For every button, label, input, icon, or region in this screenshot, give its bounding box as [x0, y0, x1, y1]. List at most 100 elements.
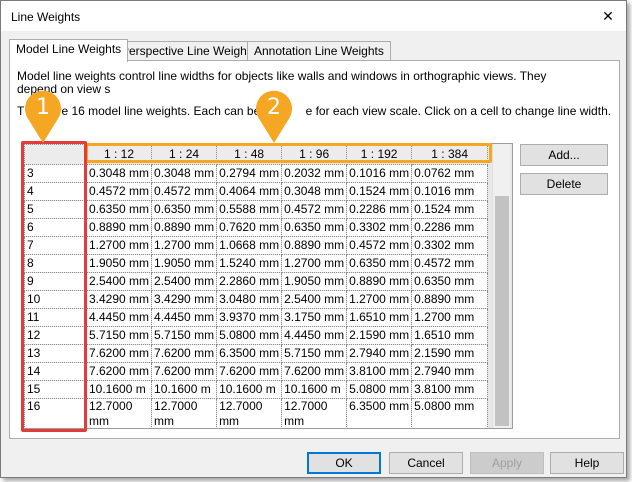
weight-value-cell[interactable]: 0.2286 mm — [411, 218, 489, 237]
weight-value-cell[interactable]: 2.5400 mm — [281, 290, 348, 309]
weight-value-cell[interactable]: 3.1750 mm — [281, 308, 348, 327]
weight-value-cell[interactable]: 2.1590 mm — [411, 344, 489, 363]
weight-value-cell[interactable]: 12.7000 mm — [85, 398, 153, 428]
weight-value-cell[interactable]: 1.2700 mm — [85, 236, 153, 255]
weight-value-cell[interactable]: 7.6200 mm — [85, 344, 153, 363]
weight-value-cell[interactable]: 3.4290 mm — [151, 290, 218, 309]
weight-value-cell[interactable]: 0.6350 mm — [346, 254, 413, 273]
weight-value-cell[interactable]: 0.3302 mm — [346, 218, 413, 237]
weight-value-cell[interactable]: 3.8100 mm — [411, 380, 489, 399]
weight-value-cell[interactable]: 2.2860 mm — [216, 272, 283, 291]
weight-value-cell[interactable]: 2.5400 mm — [85, 272, 153, 291]
weight-value-cell[interactable]: 0.8890 mm — [85, 218, 153, 237]
weight-value-cell[interactable]: 0.6350 mm — [281, 218, 348, 237]
weight-value-cell[interactable]: 0.8890 mm — [346, 272, 413, 291]
weight-value-cell[interactable]: 0.2032 mm — [281, 164, 348, 183]
weight-value-cell[interactable]: 10.1600 m — [151, 380, 218, 399]
weight-value-cell[interactable]: 5.0800 mm — [346, 380, 413, 399]
weight-value-cell[interactable]: 0.4572 mm — [85, 182, 153, 201]
grid-scrollbar[interactable] — [492, 144, 510, 428]
weight-value-cell[interactable]: 0.2794 mm — [216, 164, 283, 183]
weight-value-cell[interactable]: 5.7150 mm — [281, 344, 348, 363]
weight-value-cell[interactable]: 6.3500 mm — [216, 344, 283, 363]
weight-value-cell[interactable]: 2.1590 mm — [346, 326, 413, 345]
table-row: 5 0.6350 mm 0.6350 mm 0.5588 mm 0.4572 mm 0.2… — [24, 200, 489, 219]
weight-value-cell[interactable]: 0.6350 mm — [85, 200, 153, 219]
scale-columns-highlight — [85, 143, 492, 163]
weight-value-cell[interactable]: 0.7620 mm — [216, 218, 283, 237]
weight-value-cell[interactable]: 0.3048 mm — [151, 164, 218, 183]
scrollbar-thumb[interactable] — [495, 196, 509, 426]
weight-value-cell[interactable]: 1.6510 mm — [346, 308, 413, 327]
weight-value-cell[interactable]: 10.1600 m — [85, 380, 153, 399]
weight-value-cell[interactable]: 0.8890 mm — [281, 236, 348, 255]
weight-value-cell[interactable]: 12.7000 mm — [151, 398, 218, 428]
weight-value-cell[interactable]: 0.4572 mm — [281, 200, 348, 219]
weight-value-cell[interactable]: 0.5588 mm — [216, 200, 283, 219]
weight-value-cell[interactable]: 2.5400 mm — [151, 272, 218, 291]
weight-value-cell[interactable]: 4.4450 mm — [151, 308, 218, 327]
weight-value-cell[interactable]: 3.8100 mm — [346, 362, 413, 381]
weight-value-cell[interactable]: 0.0762 mm — [411, 164, 489, 183]
weight-value-cell[interactable]: 5.0800 mm — [411, 398, 489, 428]
close-icon[interactable]: ✕ — [598, 6, 618, 26]
weight-value-cell[interactable]: 7.6200 mm — [85, 362, 153, 381]
weight-value-cell[interactable]: 0.8890 mm — [151, 218, 218, 237]
weight-value-cell[interactable]: 2.7940 mm — [346, 344, 413, 363]
weight-value-cell[interactable]: 7.6200 mm — [151, 362, 218, 381]
weight-value-cell[interactable]: 0.4064 mm — [216, 182, 283, 201]
tab-perspective-line-weights[interactable]: Perspective Line Weights — [114, 41, 264, 61]
weight-value-cell[interactable]: 0.2286 mm — [346, 200, 413, 219]
help-button[interactable]: Help — [550, 452, 624, 474]
weight-value-cell[interactable]: 12.7000 mm — [281, 398, 348, 428]
add-button[interactable]: Add... — [520, 144, 608, 166]
weight-value-cell[interactable]: 1.9050 mm — [281, 272, 348, 291]
weight-value-cell[interactable]: 0.1016 mm — [346, 164, 413, 183]
weight-value-cell[interactable]: 0.6350 mm — [151, 200, 218, 219]
weight-value-cell[interactable]: 0.4572 mm — [346, 236, 413, 255]
weight-value-cell[interactable]: 1.0668 mm — [216, 236, 283, 255]
tab-model-line-weights[interactable]: Model Line Weights — [9, 39, 129, 62]
weight-value-cell[interactable]: 0.4572 mm — [151, 182, 218, 201]
weight-value-cell[interactable]: 0.1016 mm — [411, 182, 489, 201]
weight-value-cell[interactable]: 0.6350 mm — [411, 272, 489, 291]
weight-value-cell[interactable]: 7.6200 mm — [151, 344, 218, 363]
weight-value-cell[interactable]: 0.8890 mm — [411, 290, 489, 309]
weight-value-cell[interactable]: 4.4450 mm — [85, 308, 153, 327]
weight-value-cell[interactable]: 0.1524 mm — [411, 200, 489, 219]
weight-value-cell[interactable]: 3.9370 mm — [216, 308, 283, 327]
weight-value-cell[interactable]: 0.3048 mm — [85, 164, 153, 183]
weight-value-cell[interactable]: 1.5240 mm — [216, 254, 283, 273]
delete-button[interactable]: Delete — [520, 173, 608, 195]
weight-value-cell[interactable]: 1.2700 mm — [411, 308, 489, 327]
weight-value-cell[interactable]: 0.1524 mm — [346, 182, 413, 201]
weight-value-cell[interactable]: 1.6510 mm — [411, 326, 489, 345]
weight-value-cell[interactable]: 7.6200 mm — [281, 362, 348, 381]
weight-value-cell[interactable]: 3.0480 mm — [216, 290, 283, 309]
weight-value-cell[interactable]: 1.9050 mm — [151, 254, 218, 273]
weight-value-cell[interactable]: 1.2700 mm — [281, 254, 348, 273]
weight-value-cell[interactable]: 5.7150 mm — [151, 326, 218, 345]
weight-value-cell[interactable]: 0.4572 mm — [411, 254, 489, 273]
weight-value-cell[interactable]: 3.4290 mm — [85, 290, 153, 309]
weight-value-cell[interactable]: 4.4450 mm — [281, 326, 348, 345]
weight-value-cell[interactable]: 1.2700 mm — [151, 236, 218, 255]
tab-annotation-line-weights[interactable]: Annotation Line Weights — [247, 41, 391, 61]
table-row: 12 5.7150 mm 5.7150 mm 5.0800 mm 4.4450 mm 2.… — [24, 326, 489, 345]
weight-value-cell[interactable]: 1.9050 mm — [85, 254, 153, 273]
weight-value-cell[interactable]: 10.1600 m — [281, 380, 348, 399]
weight-value-cell[interactable]: 0.3302 mm — [411, 236, 489, 255]
table-row: 9 2.5400 mm 2.5400 mm 2.2860 mm 1.9050 mm 0.8… — [24, 272, 489, 291]
weight-value-cell[interactable]: 5.0800 mm — [216, 326, 283, 345]
weight-value-cell[interactable]: 12.7000 mm — [216, 398, 283, 428]
cancel-button[interactable]: Cancel — [389, 452, 463, 474]
weight-value-cell[interactable]: 10.1600 m — [216, 380, 283, 399]
ok-button[interactable]: OK — [307, 452, 381, 474]
weight-value-cell[interactable]: 2.7940 mm — [411, 362, 489, 381]
weight-value-cell[interactable]: 7.6200 mm — [216, 362, 283, 381]
weight-value-cell[interactable]: 0.3048 mm — [281, 182, 348, 201]
weight-value-cell[interactable]: 5.7150 mm — [85, 326, 153, 345]
weight-value-cell[interactable]: 6.3500 mm — [346, 398, 413, 428]
weight-value-cell[interactable]: 1.2700 mm — [346, 290, 413, 309]
apply-button[interactable]: Apply — [470, 452, 544, 474]
